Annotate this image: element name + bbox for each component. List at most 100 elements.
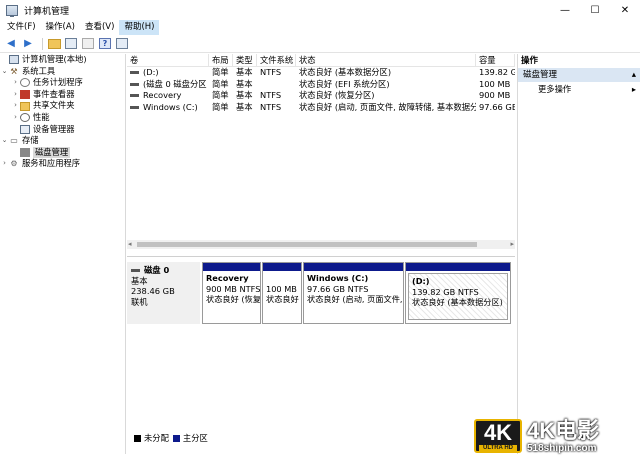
tree-label: 共享文件夹 [33, 100, 75, 111]
tree-item-storage[interactable]: ⌄ ▭ 存储 [0, 135, 125, 147]
computer-management-icon [6, 4, 18, 17]
table-row[interactable]: (磁盘 0 磁盘分区 2) 简单 基本 状态良好 (EFI 系统分区) 100 … [127, 79, 515, 91]
partition-body: Windows (C:) 97.66 GB NTFS 状态良好 (启动, 页面文… [304, 271, 403, 307]
column-header-filesystem[interactable]: 文件系统 [257, 54, 296, 66]
tree-label: 任务计划程序 [33, 77, 83, 88]
chevron-down-icon[interactable]: ⌄ [0, 135, 9, 147]
disk-graphical-view: 磁盘 0 基本 238.46 GB 联机 Recovery 900 MB NTF… [127, 256, 515, 454]
partition-status: 状态良好 (启动, 页面文件, 故 [307, 294, 403, 304]
chevron-right-icon[interactable]: › [11, 112, 20, 124]
partition-size: 139.82 GB NTFS [412, 286, 479, 297]
menu-bar: 文件(F) 操作(A) 查看(V) 帮助(H) [0, 20, 640, 35]
close-button[interactable]: ✕ [610, 0, 640, 20]
table-row[interactable]: Windows (C:) 简单 基本 NTFS 状态良好 (启动, 页面文件, … [127, 102, 515, 114]
scroll-right-icon[interactable]: ▸ [510, 240, 514, 249]
actions-section-disk-management[interactable]: 磁盘管理 ▴ [518, 68, 640, 82]
menu-help[interactable]: 帮助(H) [119, 20, 160, 35]
minimize-button[interactable]: — [550, 0, 580, 20]
menu-file[interactable]: 文件(F) [2, 20, 41, 35]
volume-list-header: 卷 布局 类型 文件系统 状态 容量 [127, 54, 515, 67]
capacity-cell: 139.82 G [479, 67, 515, 77]
volume-name: (D:) [143, 67, 159, 77]
actions-section-label: 磁盘管理 [523, 70, 558, 80]
layout-cell: 简单 [212, 67, 229, 77]
watermark: 4K ULTRA HD 4K电影 518shipin.com [474, 416, 634, 456]
partition-status: 状态良好 (恢复 [206, 294, 260, 304]
primary-partition-bar [406, 263, 510, 271]
partition-name: Windows (C:) [307, 273, 369, 283]
scrollbar-thumb[interactable] [137, 242, 477, 247]
chevron-right-icon[interactable]: › [11, 77, 20, 89]
disk-0-label[interactable]: 磁盘 0 基本 238.46 GB 联机 [127, 262, 200, 324]
disk-size: 238.46 GB [131, 286, 175, 296]
tree-label: 设备管理器 [33, 123, 75, 134]
tree-label: 磁盘管理 [33, 146, 71, 159]
tree-item-root[interactable]: 计算机管理(本地) [0, 54, 125, 66]
table-row[interactable]: Recovery 简单 基本 NTFS 状态良好 (恢复分区) 900 MB [127, 90, 515, 102]
column-header-status[interactable]: 状态 [296, 54, 476, 66]
chevron-down-icon[interactable]: ⌄ [0, 66, 9, 78]
layout-cell: 简单 [212, 101, 229, 112]
actions-header: 操作 [521, 56, 539, 66]
services-icon: ⚙ [10, 159, 18, 169]
maximize-button[interactable]: ☐ [580, 0, 610, 20]
tree-item-system-tools[interactable]: ⌄ ⚒ 系统工具 [0, 66, 125, 78]
type-cell: 基本 [236, 78, 253, 89]
capacity-cell: 100 MB [479, 78, 511, 89]
capacity-cell: 97.66 GB [479, 101, 515, 112]
menu-action[interactable]: 操作(A) [41, 20, 80, 35]
capacity-cell: 900 MB [479, 90, 511, 101]
partition-d[interactable]: (D:) 139.82 GB NTFS 状态良好 (基本数据分区) [405, 262, 511, 324]
tree-item-event-viewer[interactable]: › 事件查看器 [0, 89, 125, 101]
partition-body: (D:) 139.82 GB NTFS 状态良好 (基本数据分区) [408, 273, 508, 320]
show-hide-console-tree-icon[interactable] [64, 37, 78, 51]
partition-name: (D:) [412, 276, 430, 286]
watermark-logo-text: 4K [483, 420, 513, 445]
type-cell: 基本 [236, 67, 253, 77]
chevron-right-icon[interactable]: › [0, 158, 9, 170]
filesystem-cell: NTFS [260, 67, 282, 77]
horizontal-scrollbar[interactable]: ◂ ▸ [127, 240, 515, 249]
tree-item-device-manager[interactable]: 设备管理器 [0, 124, 125, 136]
back-arrow-icon[interactable]: ◀ [4, 37, 18, 51]
partition-efi[interactable]: 100 MB 状态良好 [262, 262, 302, 324]
column-header-type[interactable]: 类型 [233, 54, 257, 66]
column-header-layout[interactable]: 布局 [209, 54, 233, 66]
forward-arrow-icon[interactable]: ▶ [21, 37, 35, 51]
partition-status: 状态良好 (基本数据分区) [412, 297, 503, 307]
tree-item-task-scheduler[interactable]: › 任务计划程序 [0, 77, 125, 89]
type-cell: 基本 [236, 90, 253, 101]
menu-view[interactable]: 查看(V) [80, 20, 119, 35]
tree-item-services[interactable]: › ⚙ 服务和应用程序 [0, 158, 125, 170]
layout-cell: 简单 [212, 78, 229, 89]
tools-icon: ⚒ [10, 66, 18, 76]
tree-item-performance[interactable]: › 性能 [0, 112, 125, 124]
collapse-arrow-icon[interactable]: ▴ [632, 68, 636, 82]
tree-item-shared-folders[interactable]: › 共享文件夹 [0, 100, 125, 112]
computer-icon [9, 55, 19, 65]
table-row[interactable]: (D:) 简单 基本 NTFS 状态良好 (基本数据分区) 139.82 G [127, 67, 515, 79]
scroll-left-icon[interactable]: ◂ [128, 240, 132, 249]
column-header-capacity[interactable]: 容量 [476, 54, 515, 66]
properties-icon[interactable] [81, 37, 95, 51]
clock-icon [20, 78, 30, 88]
filesystem-cell [257, 79, 296, 91]
legend: 未分配 主分区 [130, 432, 208, 444]
volume-name: Recovery [143, 90, 182, 101]
up-folder-icon[interactable] [47, 37, 61, 51]
tree-label: 事件查看器 [33, 88, 75, 99]
show-hide-action-pane-icon[interactable] [115, 37, 129, 51]
status-cell: 状态良好 (基本数据分区) [299, 67, 392, 77]
partition-windows-c[interactable]: Windows (C:) 97.66 GB NTFS 状态良好 (启动, 页面文… [303, 262, 404, 324]
partition-recovery[interactable]: Recovery 900 MB NTFS 状态良好 (恢复 [202, 262, 261, 324]
tree-item-disk-management[interactable]: 磁盘管理 [0, 146, 125, 159]
help-icon[interactable]: ? [98, 37, 112, 51]
chevron-right-icon[interactable]: › [11, 100, 20, 112]
column-header-volume[interactable]: 卷 [127, 54, 209, 66]
watermark-site: 518shipin.com [527, 442, 597, 454]
partition-name [266, 273, 298, 284]
more-actions-item[interactable]: 更多操作 ▸ [518, 82, 640, 96]
chevron-right-icon[interactable]: › [11, 89, 20, 101]
actions-pane: 操作 磁盘管理 ▴ 更多操作 ▸ [517, 54, 640, 454]
tree-label: 性能 [33, 111, 50, 122]
